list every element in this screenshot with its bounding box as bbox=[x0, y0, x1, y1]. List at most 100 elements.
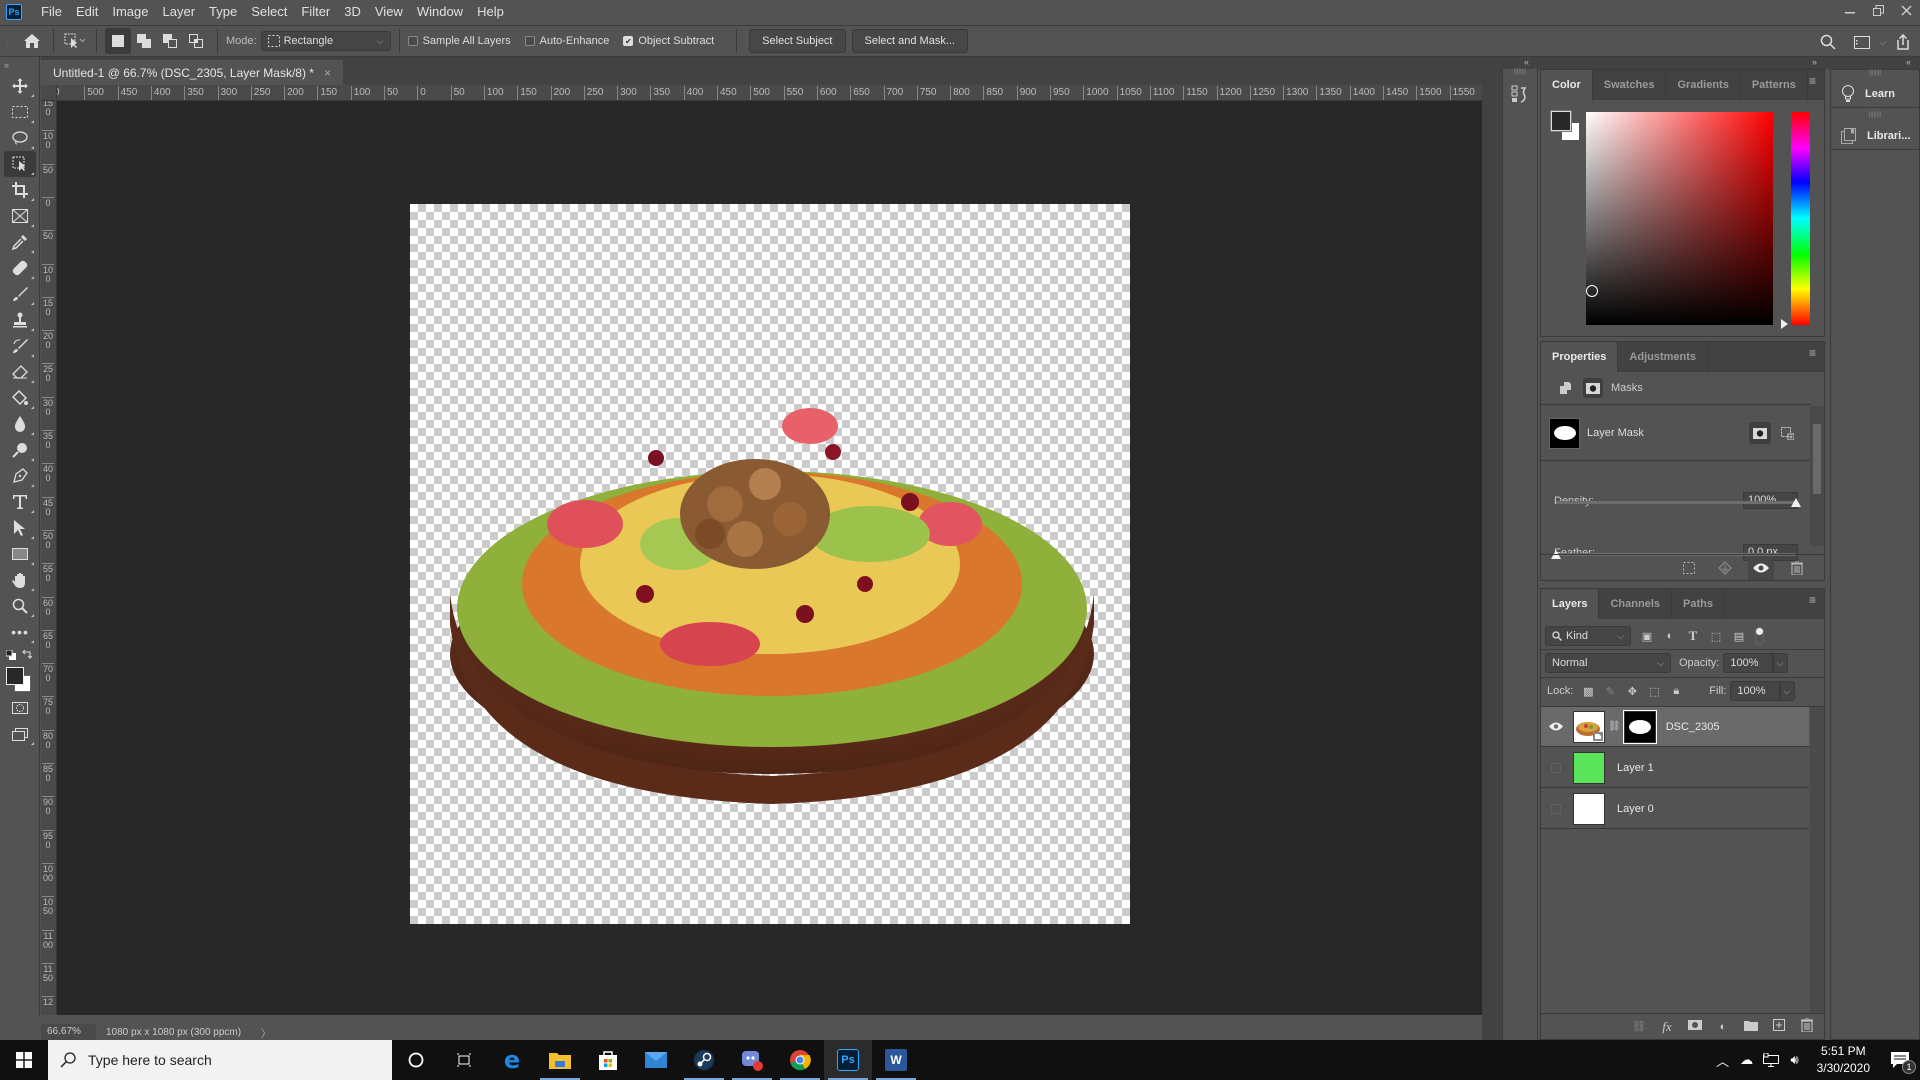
clone-stamp-tool[interactable] bbox=[4, 307, 36, 333]
menu-window[interactable]: Window bbox=[410, 0, 470, 24]
smart-object-icon[interactable] bbox=[1555, 378, 1575, 398]
collapse-right-icon[interactable]: « bbox=[1906, 57, 1911, 67]
panel-menu-icon[interactable]: ≡ bbox=[1809, 75, 1816, 87]
discord-button[interactable] bbox=[728, 1040, 776, 1080]
layers-scrollbar[interactable] bbox=[1810, 707, 1824, 1013]
collapse-left-icon[interactable]: « bbox=[1524, 57, 1529, 67]
edit-toolbar-button[interactable]: ••• bbox=[4, 619, 36, 645]
sample-all-layers-checkbox[interactable]: Sample All Layers bbox=[407, 35, 511, 47]
new-adjustment-layer-icon[interactable]: ◐ bbox=[1716, 1021, 1730, 1033]
tab-gradients[interactable]: Gradients bbox=[1666, 70, 1741, 100]
load-selection-from-mask-button[interactable] bbox=[1676, 556, 1702, 580]
taskbar-search-input[interactable]: Type here to search bbox=[48, 1040, 392, 1080]
lock-transparent-pixels-icon[interactable]: ▩ bbox=[1581, 685, 1595, 698]
add-to-selection-button[interactable] bbox=[131, 28, 157, 54]
tab-color[interactable]: Color bbox=[1541, 70, 1593, 100]
menu-3d[interactable]: 3D bbox=[337, 0, 368, 24]
rectangle-tool[interactable] bbox=[4, 541, 36, 567]
layer-mask-thumbnail[interactable] bbox=[1622, 709, 1657, 744]
select-and-mask-button[interactable]: Select and Mask... bbox=[851, 29, 968, 53]
brush-tool[interactable] bbox=[4, 281, 36, 307]
start-button[interactable] bbox=[0, 1040, 48, 1080]
visibility-toggle[interactable] bbox=[1541, 762, 1571, 773]
hue-slider-handle[interactable] bbox=[1781, 319, 1788, 329]
link-layers-icon[interactable]: ⛓︎ bbox=[1632, 1020, 1646, 1033]
lasso-tool[interactable] bbox=[4, 125, 36, 151]
crop-tool[interactable] bbox=[4, 177, 36, 203]
layer-row[interactable]: Layer 0 bbox=[1541, 789, 1809, 829]
new-group-folder-icon[interactable] bbox=[1744, 1020, 1758, 1034]
new-selection-button[interactable] bbox=[105, 28, 131, 54]
mail-button[interactable] bbox=[632, 1040, 680, 1080]
type-layer-filter-icon[interactable]: T bbox=[1686, 628, 1700, 644]
subtract-from-selection-button[interactable] bbox=[157, 28, 183, 54]
lock-image-pixels-icon[interactable]: ✎ bbox=[1603, 685, 1617, 698]
zoom-level[interactable]: 66.67% bbox=[41, 1024, 96, 1040]
workspace-button[interactable] bbox=[1849, 29, 1875, 55]
layer-style-fx-icon[interactable]: fx bbox=[1660, 1019, 1674, 1035]
density-slider[interactable] bbox=[1556, 501, 1796, 504]
store-button[interactable] bbox=[584, 1040, 632, 1080]
apply-mask-button[interactable] bbox=[1712, 556, 1738, 580]
lock-all-icon[interactable]: 🔒︎ bbox=[1669, 685, 1683, 698]
learn-button[interactable]: Learn bbox=[1831, 80, 1919, 108]
object-selection-tool[interactable] bbox=[4, 151, 36, 177]
object-subtract-checkbox[interactable]: ✔ Object Subtract bbox=[623, 35, 714, 47]
panel-collapse-icon[interactable]: » bbox=[0, 57, 39, 73]
screen-mode-button[interactable] bbox=[4, 721, 36, 747]
mask-link-icon[interactable]: ⛓︎ bbox=[1608, 721, 1621, 732]
properties-scrollbar[interactable] bbox=[1810, 406, 1824, 546]
zoom-tool[interactable] bbox=[4, 593, 36, 619]
tool-preset-picker[interactable] bbox=[62, 28, 88, 54]
cortana-button[interactable] bbox=[392, 1040, 440, 1080]
grip-icon[interactable]: |||||||| bbox=[1831, 112, 1919, 122]
auto-enhance-checkbox[interactable]: Auto-Enhance bbox=[524, 35, 609, 47]
clock[interactable]: 5:51 PM 3/30/2020 bbox=[1807, 1043, 1880, 1077]
delete-mask-button[interactable] bbox=[1784, 556, 1810, 580]
tab-swatches[interactable]: Swatches bbox=[1593, 70, 1667, 100]
volume-icon[interactable]: 🔊︎ bbox=[1783, 1052, 1807, 1068]
steam-button[interactable] bbox=[680, 1040, 728, 1080]
menu-file[interactable]: File bbox=[34, 0, 69, 24]
show-hidden-icons-chevron-up-icon[interactable]: ︿ bbox=[1711, 1051, 1735, 1070]
delete-layer-trash-icon[interactable] bbox=[1800, 1017, 1814, 1035]
menu-layer[interactable]: Layer bbox=[156, 0, 203, 24]
panel-menu-icon[interactable]: ≡ bbox=[1809, 347, 1816, 359]
restore-button[interactable] bbox=[1864, 0, 1892, 20]
menu-filter[interactable]: Filter bbox=[294, 0, 337, 24]
tab-patterns[interactable]: Patterns bbox=[1741, 70, 1808, 100]
close-tab-icon[interactable]: × bbox=[324, 66, 331, 80]
onedrive-cloud-icon[interactable]: ☁ bbox=[1735, 1052, 1759, 1068]
search-button[interactable] bbox=[1815, 29, 1841, 55]
menu-view[interactable]: View bbox=[368, 0, 410, 24]
swap-colors-icon[interactable] bbox=[22, 649, 33, 660]
history-button[interactable] bbox=[1503, 85, 1537, 103]
blur-tool[interactable] bbox=[4, 411, 36, 437]
tab-properties[interactable]: Properties bbox=[1541, 342, 1619, 372]
visibility-toggle[interactable] bbox=[1541, 803, 1571, 814]
lock-artboard-icon[interactable]: ⬚ bbox=[1647, 685, 1661, 698]
horizontal-ruler[interactable]: 0500450400350300250200150100500501001502… bbox=[57, 85, 1482, 101]
libraries-button[interactable]: Librari... bbox=[1831, 122, 1919, 150]
default-colors-icon[interactable] bbox=[6, 650, 16, 660]
opacity-input[interactable]: 100% bbox=[1723, 653, 1774, 673]
menu-select[interactable]: Select bbox=[244, 0, 294, 24]
healing-brush-tool[interactable] bbox=[4, 255, 36, 281]
task-view-button[interactable] bbox=[440, 1040, 488, 1080]
action-center-button[interactable]: 1 bbox=[1880, 1040, 1920, 1080]
tab-paths[interactable]: Paths bbox=[1672, 589, 1725, 619]
filter-kind-dropdown[interactable]: Kind ⌵ bbox=[1545, 626, 1631, 646]
edge-button[interactable]: e bbox=[488, 1040, 536, 1080]
intersect-selection-button[interactable] bbox=[183, 28, 209, 54]
foreground-color-swatch[interactable] bbox=[1550, 110, 1572, 132]
saturation-brightness-field[interactable] bbox=[1586, 112, 1773, 325]
layer-mask-icon[interactable] bbox=[1583, 378, 1603, 398]
file-explorer-button[interactable] bbox=[536, 1040, 584, 1080]
status-menu-arrow[interactable]: 〉 bbox=[261, 1025, 271, 1040]
vertical-ruler[interactable]: 150 100 50 0 50 100 150 200 250 300 350 400 450 500 55… bbox=[41, 101, 57, 1015]
move-tool[interactable] bbox=[4, 73, 36, 99]
lock-position-icon[interactable]: ✥ bbox=[1625, 685, 1639, 698]
path-selection-tool[interactable] bbox=[4, 515, 36, 541]
ruler-origin[interactable] bbox=[41, 85, 57, 101]
photoshop-taskbar-button[interactable]: Ps bbox=[824, 1040, 872, 1080]
